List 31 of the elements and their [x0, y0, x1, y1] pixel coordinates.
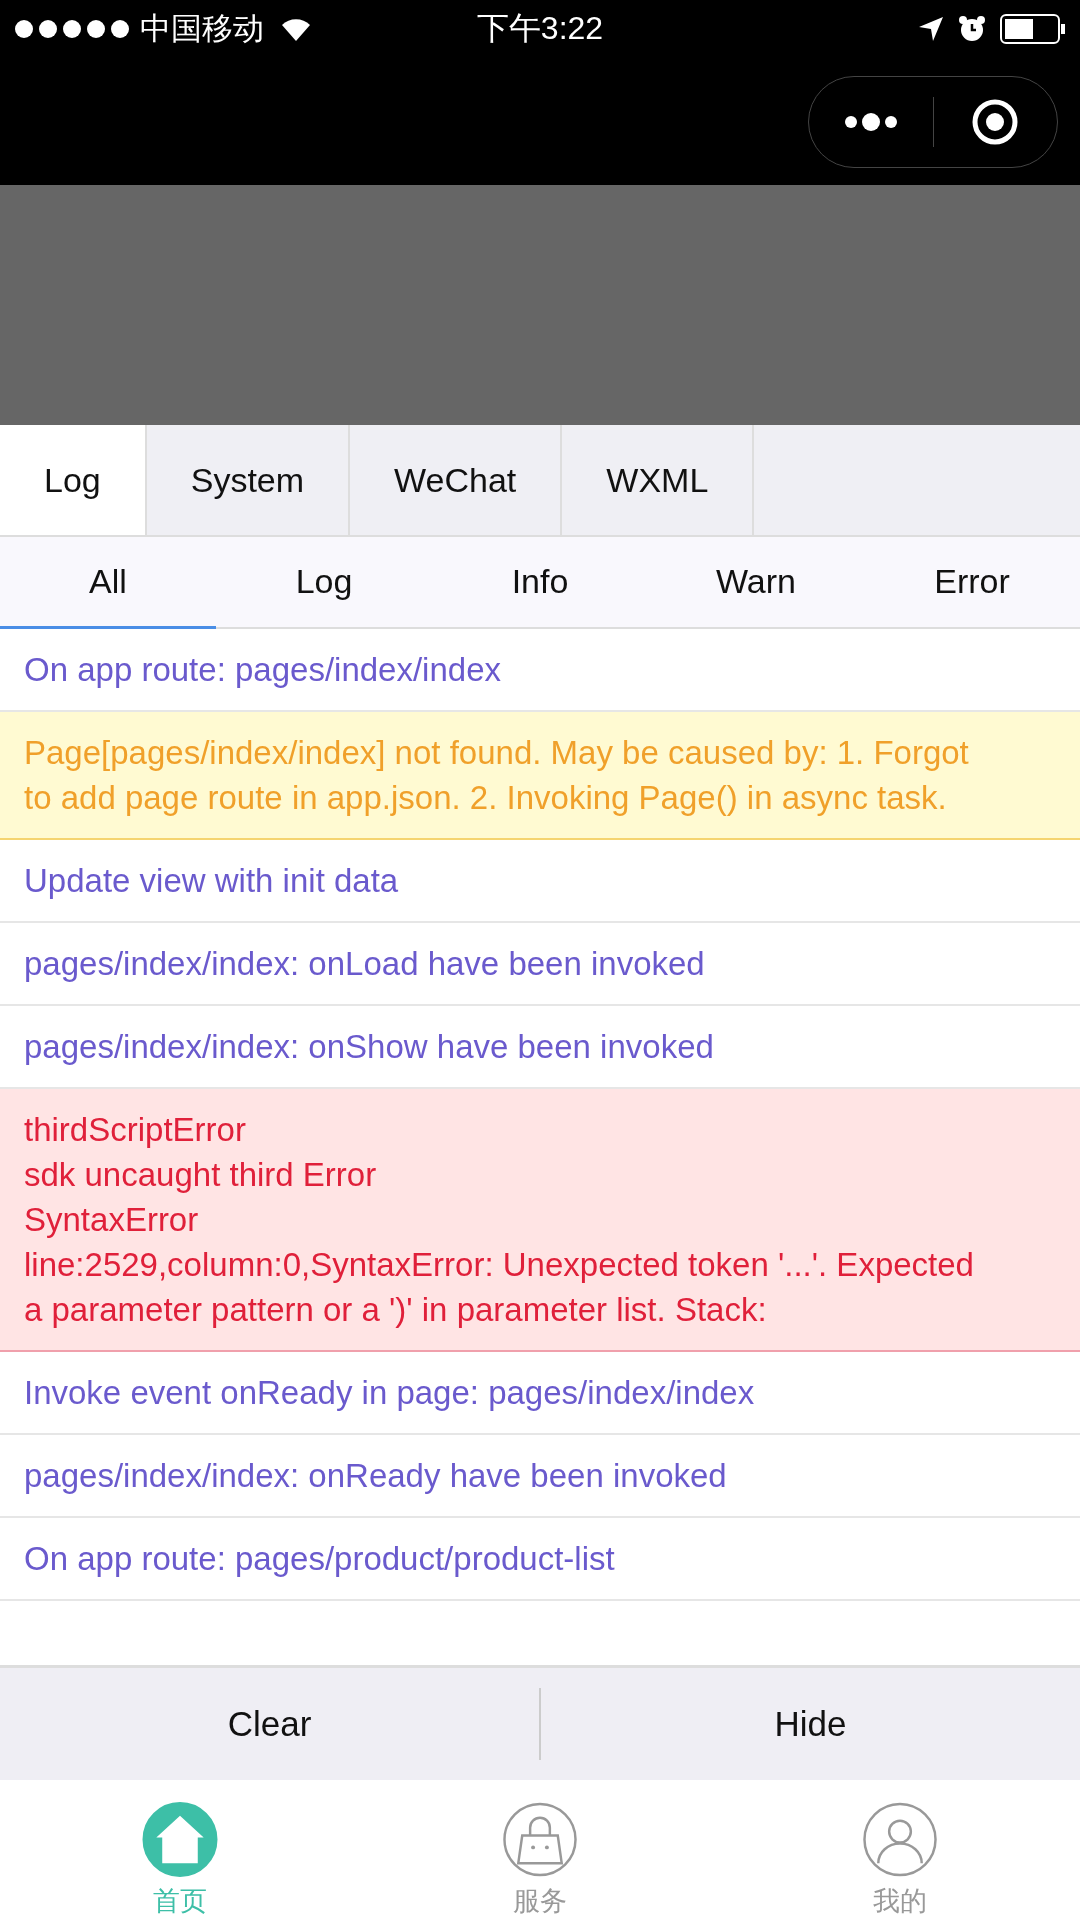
log-text: SyntaxError: [24, 1200, 200, 1240]
filter-tab[interactable]: Info: [432, 537, 648, 629]
more-icon: [842, 111, 899, 132]
target-icon: [971, 97, 1020, 146]
battery-icon: [1000, 14, 1066, 44]
status-time: 下午3:22: [476, 9, 604, 48]
log-text: pages/index/index: onShow have been invoked: [24, 1027, 715, 1067]
location-arrow-icon: [918, 16, 944, 42]
log-text: sdk uncaught third Error: [24, 1155, 378, 1195]
log-text: pages/index/index: onLoad have been invoked: [24, 944, 706, 984]
log-text: line:2529,column:0,SyntaxError: Unexpected token '...'. Expected a parameter pattern or a ')' in parameter list. Stack:: [24, 1245, 975, 1330]
shopping-bag-icon: [502, 1802, 578, 1877]
log-text: Update view with init data: [24, 861, 400, 901]
filter-tab[interactable]: Log: [216, 537, 432, 629]
home-icon: [142, 1802, 218, 1877]
filter-tab[interactable]: Error: [864, 537, 1080, 629]
panel-tab[interactable]: Log: [0, 425, 147, 535]
wifi-icon: [280, 17, 312, 41]
log-text: Invoke event onReady in page: pages/index/index: [24, 1373, 756, 1413]
hide-button[interactable]: Hide: [541, 1668, 1080, 1780]
user-icon: [862, 1802, 938, 1877]
clear-button[interactable]: Clear: [0, 1668, 539, 1780]
log-text: Page[pages/index/index] not found. May be caused by: 1. Forgot to add page route in app.json. 2. Invoking Page() in async task.: [24, 733, 970, 818]
carrier-name: 中国移动: [140, 10, 264, 48]
alarm-icon: [958, 15, 986, 43]
log-text: thirdScriptError: [24, 1110, 247, 1150]
log-text: pages/index/index: onReady have been invoked: [24, 1456, 728, 1496]
filter-tab[interactable]: Warn: [648, 537, 864, 629]
log-text: On app route: pages/product/product-list: [24, 1539, 616, 1579]
signal-icon: [14, 19, 130, 39]
log-text: On app route: pages/index/index: [24, 650, 502, 690]
